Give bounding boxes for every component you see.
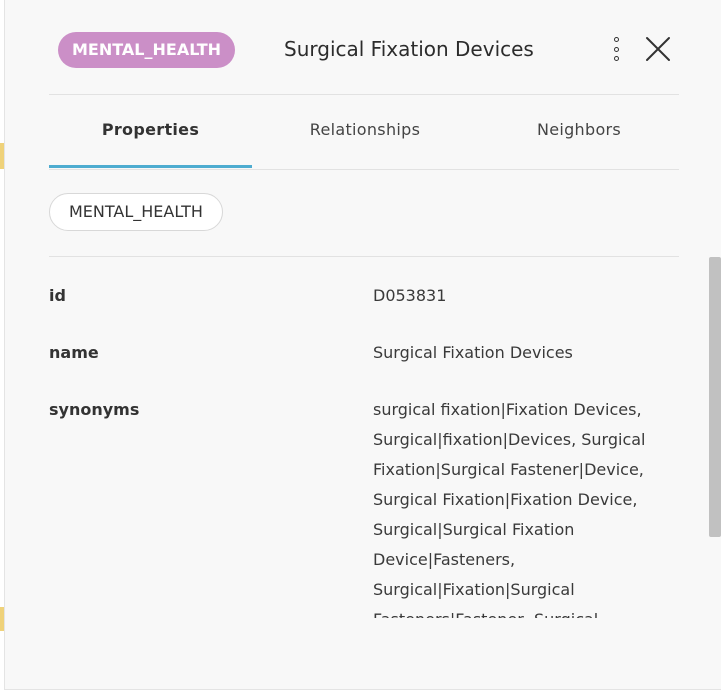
panel-header: MENTAL_HEALTH Surgical Fixation Devices [5, 0, 721, 95]
tabs-divider [49, 169, 679, 170]
header-divider [49, 94, 679, 95]
node-details-panel: MENTAL_HEALTH Surgical Fixation Devices … [4, 0, 721, 690]
tab-properties[interactable]: Properties [49, 96, 252, 168]
chip-divider [49, 256, 679, 257]
tab-neighbors-label: Neighbors [536, 120, 622, 139]
node-label-badge[interactable]: MENTAL_HEALTH [58, 32, 236, 68]
tab-neighbors[interactable]: Neighbors [474, 96, 684, 168]
property-value: Surgical Fixation Devices [373, 343, 573, 362]
scrollbar-thumb[interactable] [709, 257, 721, 537]
property-key: name [49, 343, 99, 362]
tab-relationships-label: Relationships [309, 120, 421, 139]
property-value: D053831 [373, 286, 447, 305]
properties-scrollbar[interactable] [708, 257, 721, 540]
properties-list: id D053831 name Surgical Fixation Device… [49, 258, 679, 618]
property-value: surgical fixation|Fixation Devices, Surg… [373, 400, 646, 618]
node-title: Surgical Fixation Devices [284, 37, 534, 61]
tab-relationships[interactable]: Relationships [259, 96, 471, 168]
close-icon[interactable] [645, 36, 671, 62]
more-options-icon[interactable] [605, 34, 627, 64]
active-tab-indicator [49, 165, 252, 168]
property-key: synonyms [49, 400, 140, 419]
property-key: id [49, 286, 66, 305]
tab-properties-label: Properties [101, 120, 200, 139]
tab-bar: Properties Relationships Neighbors [49, 96, 679, 168]
label-chip[interactable]: MENTAL_HEALTH [49, 193, 223, 231]
